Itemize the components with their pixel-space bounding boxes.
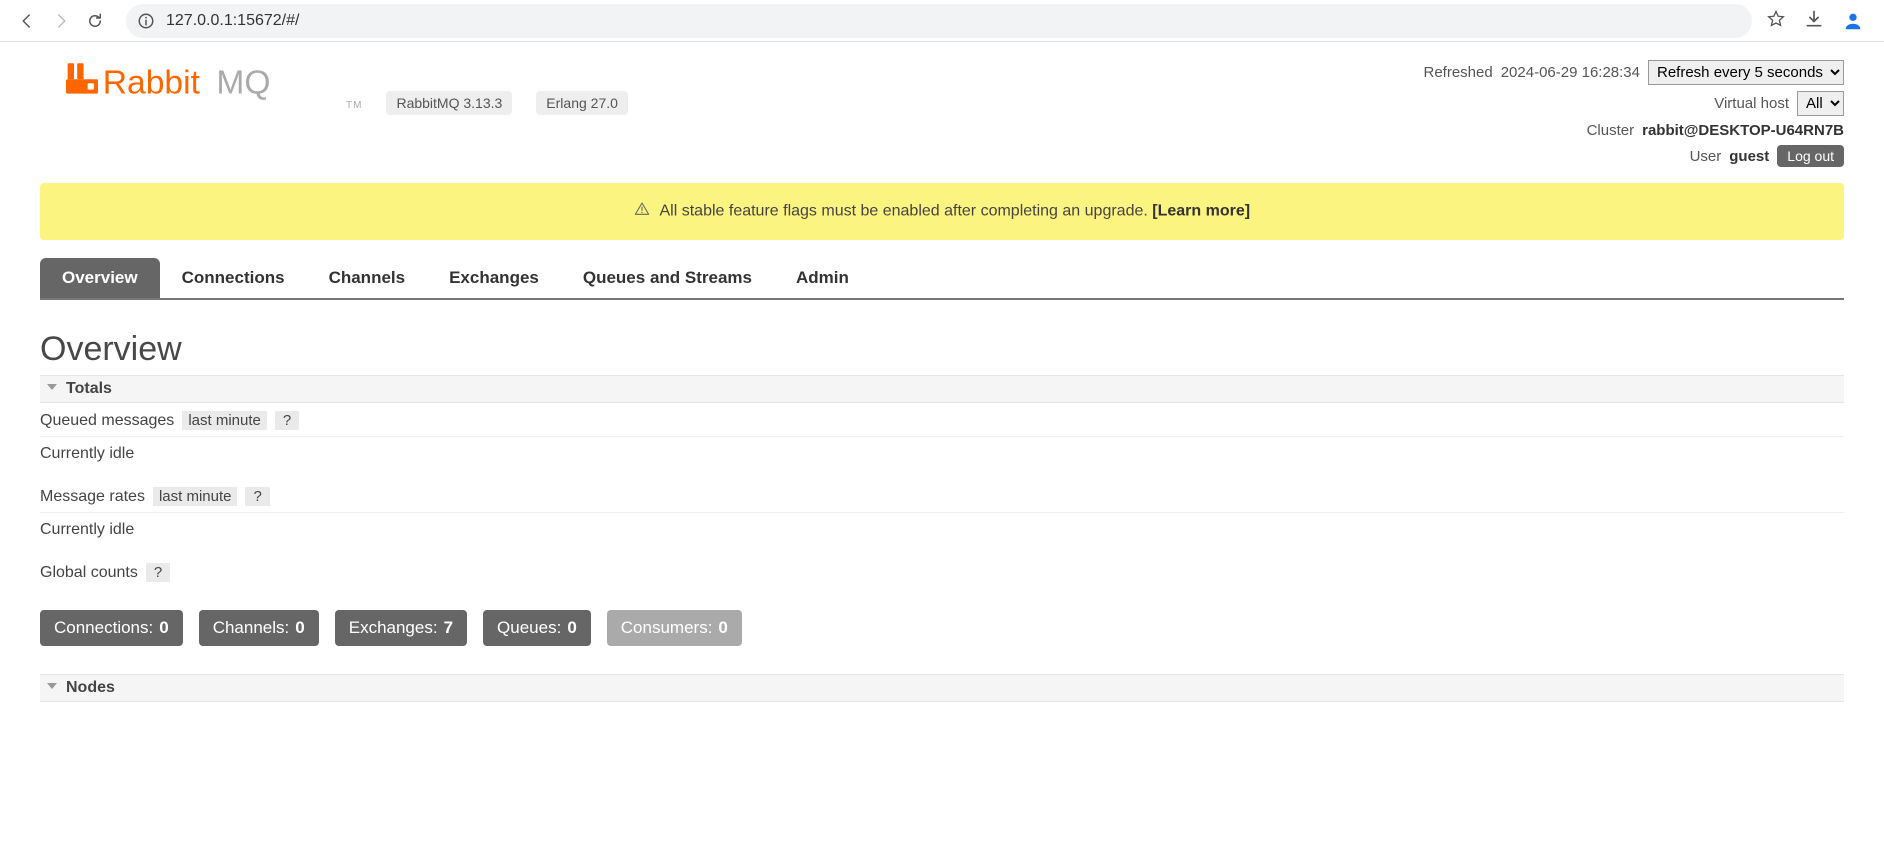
refresh-select[interactable]: Refresh every 5 seconds [1648,60,1844,85]
rates-label: Message rates [40,488,145,506]
header-right: Refreshed 2024-06-29 16:28:34 Refresh ev… [1423,60,1844,167]
tab-admin[interactable]: Admin [774,258,871,298]
count-value: 0 [295,618,304,638]
forward-button[interactable] [44,4,78,38]
header-row: Rabbit MQ TM RabbitMQ 3.13.3 Erlang 27.0… [40,60,1844,167]
alert-learn-more-link[interactable]: [Learn more] [1152,203,1250,220]
warning-icon [634,201,650,222]
queued-label: Queued messages [40,412,174,430]
feature-flag-alert: All stable feature flags must be enabled… [40,183,1844,240]
arrow-right-icon [52,12,70,30]
erlang-pill: Erlang 27.0 [536,91,628,115]
profile-icon [1842,10,1864,32]
reload-button[interactable] [78,4,112,38]
user-row: User guest Log out [1690,145,1844,167]
app-body: Rabbit MQ TM RabbitMQ 3.13.3 Erlang 27.0… [0,42,1884,702]
global-counts: Connections: 0 Channels: 0 Exchanges: 7 … [40,610,1844,646]
queued-messages-row: Queued messages last minute ? [40,403,1844,437]
svg-text:Rabbit: Rabbit [103,65,201,102]
count-value: 0 [567,618,576,638]
count-label: Queues: [497,618,561,638]
tab-exchanges[interactable]: Exchanges [427,258,561,298]
chevron-down-icon [46,380,58,398]
brand: Rabbit MQ TM RabbitMQ 3.13.3 Erlang 27.0 [40,60,628,115]
count-value: 7 [444,618,453,638]
alert-text: All stable feature flags must be enabled… [660,203,1148,220]
logout-button[interactable]: Log out [1777,145,1844,167]
download-button[interactable] [1804,9,1824,32]
count-label: Connections: [54,618,153,638]
chrome-actions [1766,9,1874,32]
chevron-down-icon [46,679,58,697]
rates-range-tag[interactable]: last minute [153,487,238,506]
tab-queues[interactable]: Queues and Streams [561,258,774,298]
section-nodes-label: Nodes [66,679,115,697]
main-tabs: Overview Connections Channels Exchanges … [40,258,1844,300]
vhost-select[interactable]: All [1797,91,1844,116]
count-channels[interactable]: Channels: 0 [199,610,319,646]
vhost-label: Virtual host [1714,95,1789,112]
page-title: Overview [40,330,1844,369]
count-label: Channels: [213,618,290,638]
browser-chrome: 127.0.0.1:15672/#/ [0,0,1884,42]
queued-help[interactable]: ? [275,411,299,430]
message-rates-row: Message rates last minute ? [40,479,1844,513]
count-label: Consumers: [621,618,713,638]
count-value: 0 [159,618,168,638]
queued-range-tag[interactable]: last minute [182,411,267,430]
vhost-row: Virtual host All [1714,91,1844,116]
count-connections[interactable]: Connections: 0 [40,610,183,646]
tab-channels[interactable]: Channels [307,258,428,298]
refreshed-time: 2024-06-29 16:28:34 [1501,64,1640,81]
profile-button[interactable] [1842,10,1864,32]
info-icon [136,11,156,31]
user-label: User [1690,148,1722,165]
section-totals-header[interactable]: Totals [40,375,1844,403]
global-help[interactable]: ? [146,563,170,582]
tab-connections[interactable]: Connections [160,258,307,298]
rabbitmq-logo-icon: Rabbit MQ [40,60,340,108]
cluster-row: Cluster rabbit@DESKTOP-U64RN7B [1587,122,1844,139]
queued-idle: Currently idle [40,437,1844,479]
count-label: Exchanges: [349,618,438,638]
reload-icon [86,12,104,30]
version-pill: RabbitMQ 3.13.3 [386,91,512,115]
bookmark-button[interactable] [1766,9,1786,32]
count-exchanges[interactable]: Exchanges: 7 [335,610,467,646]
refreshed-label: Refreshed [1423,64,1492,81]
count-queues[interactable]: Queues: 0 [483,610,591,646]
tab-overview[interactable]: Overview [40,258,160,298]
section-totals-label: Totals [66,380,112,398]
brand-logo: Rabbit MQ [40,60,340,108]
count-value: 0 [718,618,727,638]
refresh-row: Refreshed 2024-06-29 16:28:34 Refresh ev… [1423,60,1844,85]
user-value: guest [1729,148,1769,165]
star-icon [1766,9,1786,29]
brand-tm: TM [346,100,362,111]
count-consumers[interactable]: Consumers: 0 [607,610,742,646]
svg-text:MQ: MQ [216,65,270,102]
section-nodes-header[interactable]: Nodes [40,674,1844,702]
global-label: Global counts [40,564,138,582]
cluster-label: Cluster [1587,122,1635,139]
rates-help[interactable]: ? [245,487,269,506]
url-text: 127.0.0.1:15672/#/ [166,12,299,30]
global-counts-row: Global counts ? [40,555,1844,588]
download-icon [1804,9,1824,29]
back-button[interactable] [10,4,44,38]
url-bar[interactable]: 127.0.0.1:15672/#/ [126,4,1752,38]
cluster-value: rabbit@DESKTOP-U64RN7B [1642,122,1844,139]
arrow-left-icon [18,12,36,30]
rates-idle: Currently idle [40,513,1844,555]
